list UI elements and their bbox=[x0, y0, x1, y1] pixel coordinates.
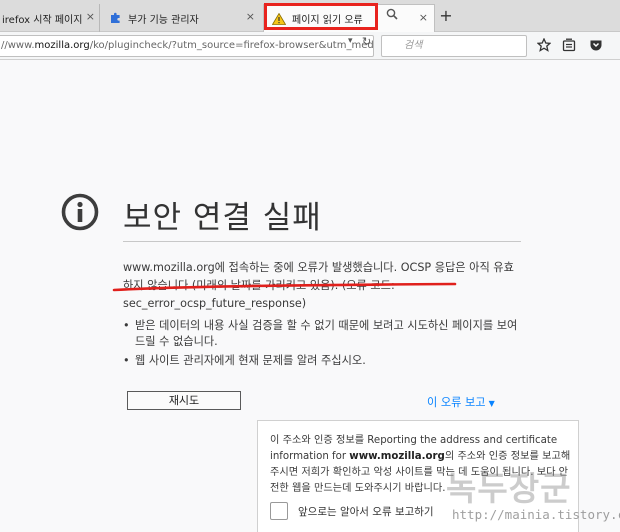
search-input[interactable]: 검색 bbox=[381, 35, 527, 57]
new-tab-button[interactable]: + bbox=[437, 6, 455, 26]
report-error-label: 이 오류 보고 bbox=[427, 396, 486, 409]
error-description-text: www.mozilla.org에 접속하는 중에 오류가 발생했습니다. OCS… bbox=[123, 261, 514, 292]
close-icon[interactable]: × bbox=[246, 11, 255, 23]
info-icon bbox=[61, 193, 99, 231]
tab-label: 페이지 읽기 오류 bbox=[292, 15, 363, 26]
close-icon[interactable]: × bbox=[86, 11, 95, 23]
tab-page-load-error[interactable]: 페이지 읽기 오류 × bbox=[263, 4, 435, 32]
tab-strip: irefox 시작 페이지 × 부가 기능 관리자 × 페이지 읽기 오류 × … bbox=[0, 0, 620, 32]
tab-addons-manager[interactable]: 부가 기능 관리자 × bbox=[101, 4, 261, 32]
chevron-down-icon: ▼ bbox=[488, 399, 495, 408]
navigation-bar: //www.mozilla.org/ko/plugincheck/?utm_so… bbox=[0, 32, 620, 60]
advice-list: 받은 데이터의 내용 사실 검증을 할 수 없기 때문에 보려고 시도하신 페이… bbox=[123, 318, 523, 372]
auto-report-checkbox[interactable] bbox=[270, 502, 288, 520]
watermark-url: http://mainia.tistory.com bbox=[452, 507, 620, 522]
url-domain: mozilla.org bbox=[34, 40, 90, 51]
url-dropdown-icon[interactable]: ▾ bbox=[348, 36, 353, 46]
warning-icon bbox=[272, 12, 286, 25]
close-icon[interactable]: × bbox=[419, 12, 428, 24]
search-icon bbox=[386, 8, 398, 20]
page-title: 보안 연결 실패 bbox=[123, 200, 322, 236]
reload-icon[interactable]: ↻ bbox=[362, 35, 371, 48]
url-bar[interactable]: //www.mozilla.org/ko/plugincheck/?utm_so… bbox=[0, 35, 374, 57]
list-item: 받은 데이터의 내용 사실 검증을 할 수 없기 때문에 보려고 시도하신 페이… bbox=[123, 318, 523, 350]
tab-label: irefox 시작 페이지 bbox=[2, 14, 83, 26]
list-item: 웹 사이트 관리자에게 현재 문제를 알려 주십시오. bbox=[123, 353, 523, 369]
auto-report-label[interactable]: 앞으로는 알아서 오류 보고하기 bbox=[298, 504, 434, 519]
library-icon[interactable] bbox=[562, 38, 576, 52]
report-domain: www.mozilla.org bbox=[349, 451, 445, 462]
pocket-icon[interactable] bbox=[589, 38, 603, 52]
title-divider bbox=[123, 241, 521, 242]
error-description: www.mozilla.org에 접속하는 중에 오류가 발생했습니다. OCS… bbox=[123, 259, 521, 313]
tab-label: 부가 기능 관리자 bbox=[128, 14, 199, 26]
bookmark-star-icon[interactable] bbox=[537, 38, 551, 52]
retry-button[interactable]: 재시도 bbox=[127, 391, 241, 410]
url-prefix: //www. bbox=[1, 40, 35, 51]
puzzle-piece-icon bbox=[111, 12, 120, 23]
watermark: 녹두장군 bbox=[446, 469, 572, 508]
url-path: /ko/plugincheck/?utm_source=firefox-brow… bbox=[89, 40, 374, 51]
tab-firefox-start[interactable]: irefox 시작 페이지 × bbox=[0, 4, 100, 32]
error-code: sec_error_ocsp_future_response) bbox=[123, 297, 307, 310]
report-error-link[interactable]: 이 오류 보고 ▼ bbox=[427, 394, 495, 410]
